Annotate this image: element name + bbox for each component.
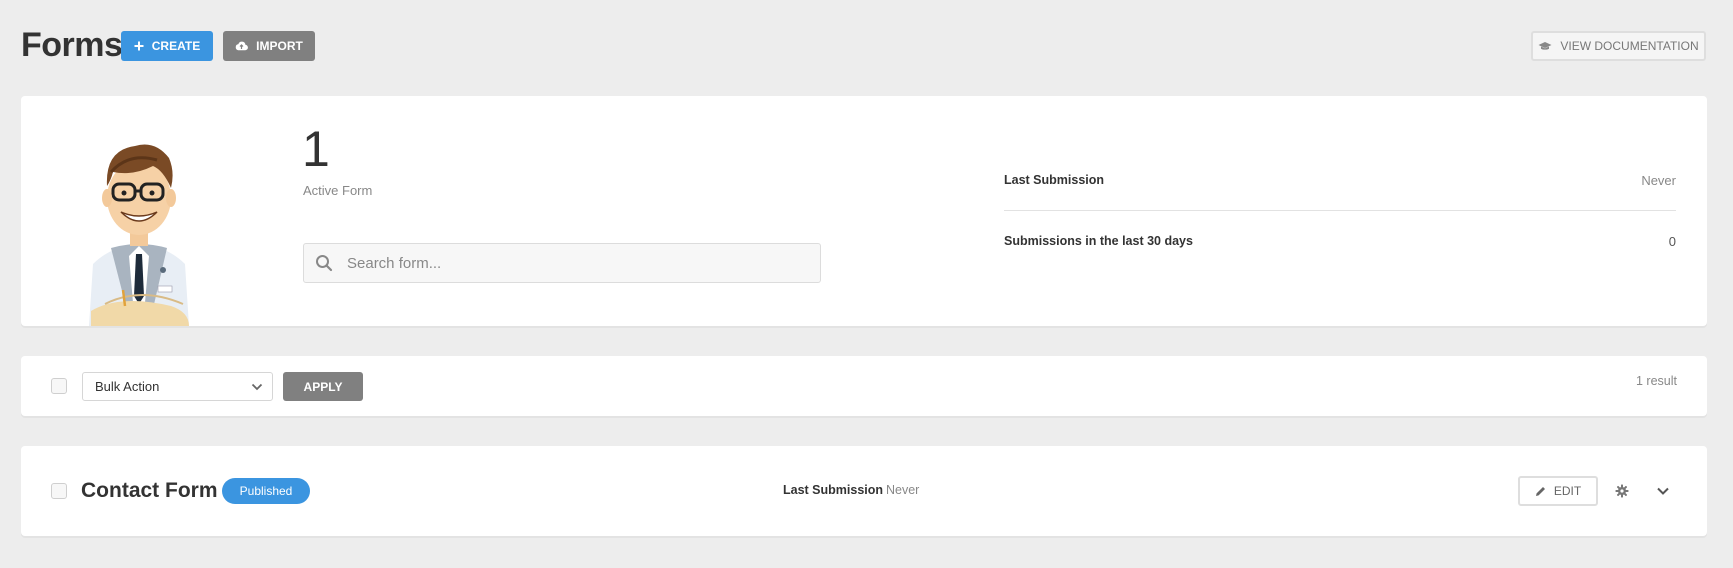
- stat-label: Submissions in the last 30 days: [1004, 234, 1193, 248]
- status-badge: Published: [222, 478, 310, 504]
- last-submission-value: Never: [886, 483, 920, 497]
- apply-button[interactable]: Apply: [283, 372, 363, 401]
- form-row: Contact Form Published Last Submission N…: [21, 446, 1707, 536]
- create-button[interactable]: Create: [121, 31, 213, 61]
- bulk-action-bar: Bulk Action Apply 1 result: [21, 356, 1707, 416]
- mascot-illustration: [89, 144, 189, 326]
- stat-last-submission: Last Submission Never: [1004, 170, 1676, 190]
- import-button[interactable]: Import: [223, 31, 315, 61]
- import-button-label: Import: [256, 39, 303, 53]
- form-row-checkbox[interactable]: [51, 483, 67, 499]
- last-submission-label: Last Submission: [783, 483, 884, 497]
- stat-submissions-30-days: Submissions in the last 30 days 0: [1004, 231, 1676, 251]
- chevron-down-icon: [251, 383, 263, 390]
- create-button-label: Create: [151, 39, 201, 53]
- form-name[interactable]: Contact Form: [81, 479, 218, 503]
- stat-value: 0: [1668, 233, 1676, 249]
- active-form-count: 1: [302, 121, 330, 177]
- search-box: [303, 243, 821, 283]
- stat-label: Last Submission: [1004, 173, 1105, 187]
- view-documentation-button[interactable]: View Documentation: [1531, 31, 1706, 61]
- gear-icon[interactable]: [1615, 484, 1629, 498]
- select-all-checkbox[interactable]: [51, 378, 67, 394]
- edit-button-label: Edit: [1553, 484, 1582, 498]
- stat-value: Never: [1641, 172, 1676, 188]
- pencil-icon: [1535, 486, 1545, 496]
- search-icon: [316, 255, 333, 272]
- view-documentation-label: View Documentation: [1560, 39, 1699, 53]
- page-title: Forms: [21, 26, 123, 64]
- edit-button[interactable]: Edit: [1518, 476, 1598, 506]
- active-form-label: Active Form: [303, 183, 373, 198]
- cloud-upload-icon: [235, 41, 249, 51]
- summary-card: 1 Active Form Last Submission Never Subm…: [21, 96, 1707, 326]
- graduation-cap-icon: [1538, 42, 1552, 50]
- bulk-action-value: Bulk Action: [95, 379, 160, 394]
- plus-icon: [134, 41, 144, 51]
- chevron-down-icon[interactable]: [1656, 484, 1670, 498]
- stat-divider: [1004, 210, 1676, 211]
- results-count: 1 result: [1636, 374, 1677, 388]
- search-input[interactable]: [347, 254, 787, 272]
- bulk-action-select[interactable]: Bulk Action: [82, 372, 273, 401]
